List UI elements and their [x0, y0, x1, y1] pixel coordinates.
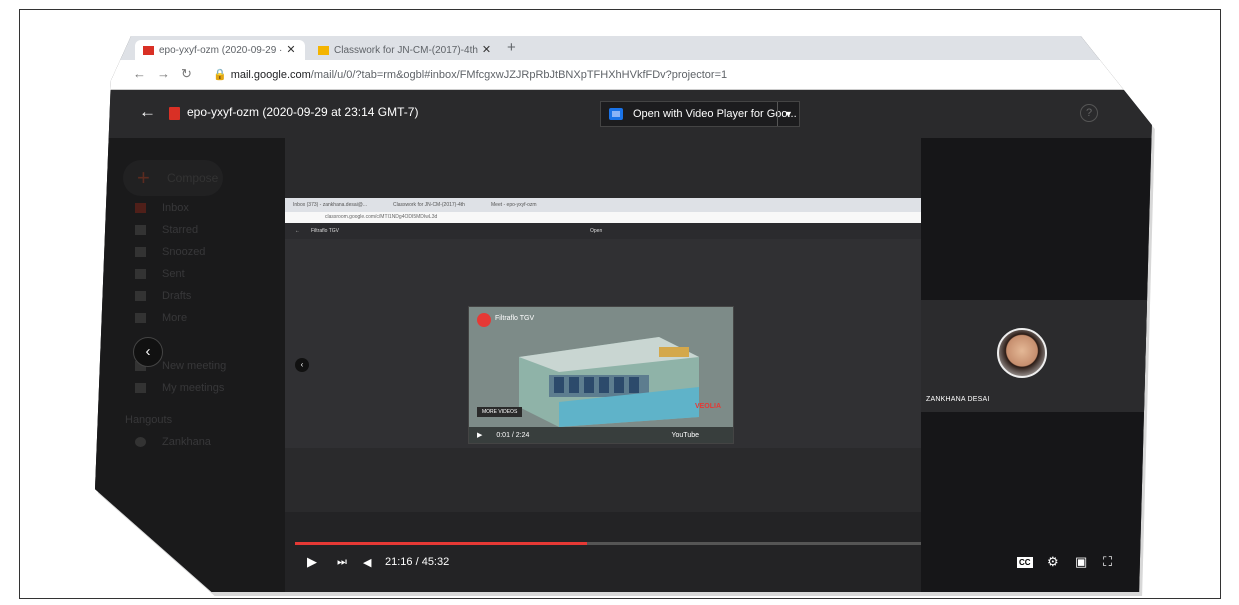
forward-arrow-icon[interactable]: →	[157, 66, 170, 81]
back-arrow-icon[interactable]: ←	[133, 66, 146, 81]
brand-logo: VEOLIA	[694, 403, 721, 410]
next-button[interactable]: ⏭	[337, 556, 347, 569]
classroom-icon	[318, 45, 329, 55]
tab-classroom[interactable]: Classwork for JN-CM-(2017)-4th ✕	[310, 40, 500, 60]
previous-icon: ‹	[295, 358, 309, 372]
inner-tab: Inbox (373) - zankhana.desai@...	[293, 202, 368, 208]
fullscreen-icon[interactable]: ⛶	[1103, 554, 1112, 570]
url-field[interactable]: 🔒 mail.google.com/mail/u/0/?tab=rm&ogbl#i…	[213, 68, 727, 81]
avatar	[997, 328, 1047, 378]
screenshot-frame: epo-yxyf-ozm (2020-09-29 · ✕ Classwork fo…	[19, 9, 1221, 599]
chevron-down-icon[interactable]: ▼	[777, 102, 799, 126]
more-videos-button: MORE VIDEOS	[477, 407, 523, 417]
file-title: epo-yxyf-ozm (2020-09-29 at 23:14 GMT-7)	[187, 105, 419, 119]
close-icon[interactable]: ✕	[286, 44, 295, 56]
inner-header-title: Filtraflo TGV	[311, 228, 339, 234]
settings-gear-icon[interactable]: ⚙	[1047, 554, 1059, 570]
inner-open-label: Open	[590, 228, 603, 234]
progress-bar[interactable]	[295, 542, 921, 545]
browser-screenshot: epo-yxyf-ozm (2020-09-29 · ✕ Classwork fo…	[95, 36, 1152, 592]
play-icon: ▶	[477, 432, 483, 439]
embedded-video: Filtraflo TGV MORE VIDEOS VEOLIA ▶ 0:01 …	[468, 306, 734, 444]
inner-url: classroom.google.com/c/MTI1NDg4ODI5MDIwL…	[285, 212, 921, 223]
inner-tab: Meet - epo-yxyf-ozm	[491, 202, 537, 208]
youtube-label: YouTube	[671, 432, 699, 439]
tab-gmail[interactable]: epo-yxyf-ozm (2020-09-29 · ✕	[135, 40, 305, 60]
player-controls: ▶ ⏭ ◀ 21:16 / 45:32	[285, 512, 921, 592]
channel-logo	[477, 313, 491, 327]
participant-name: ZANKHANA DESAI	[926, 396, 990, 403]
open-with-label: Open with Video Player for Goo...	[633, 108, 797, 120]
volume-icon[interactable]: ◀	[363, 556, 371, 569]
address-bar: ← → ↻ 🔒 mail.google.com/mail/u/0/?tab=rm&…	[95, 60, 1152, 90]
back-button[interactable]: ←	[139, 102, 156, 122]
url-path: /mail/u/0/?tab=rm&ogbl#inbox/FMfcgxwJZJR…	[310, 69, 728, 81]
miniplayer-icon[interactable]: ▣	[1075, 554, 1087, 570]
inner-tab: Classwork for JN-CM-(2017)-4th	[393, 202, 465, 208]
inner-tab-bar: Inbox (373) - zankhana.desai@... Classwo…	[285, 198, 921, 212]
new-tab-button[interactable]: +	[507, 39, 516, 56]
tab-bar: epo-yxyf-ozm (2020-09-29 · ✕ Classwork fo…	[95, 36, 1152, 60]
time-display: 21:16 / 45:32	[385, 556, 450, 568]
help-icon[interactable]: ?	[1080, 104, 1098, 122]
play-button[interactable]: ▶	[307, 554, 317, 570]
building-illustration	[519, 337, 699, 427]
tab-label: Classwork for JN-CM-(2017)-4th	[334, 45, 478, 56]
inner-header: ← Filtraflo TGV Open	[285, 223, 921, 239]
progress-fill	[295, 542, 588, 545]
participant-tile: ZANKHANA DESAI	[921, 300, 1152, 412]
url-host: mail.google.com	[230, 69, 311, 81]
lock-icon: 🔒	[213, 69, 227, 81]
video-title: Filtraflo TGV	[495, 315, 535, 322]
video-control-bar: ▶ 0:01 / 2:24 YouTube	[469, 427, 733, 443]
viewer-header: ← epo-yxyf-ozm (2020-09-29 at 23:14 GMT-…	[95, 90, 1152, 138]
gmail-icon	[143, 45, 154, 55]
reload-icon[interactable]: ↻	[181, 66, 192, 82]
video-file-icon	[169, 107, 180, 120]
video-player-icon	[609, 108, 623, 120]
previous-file-button[interactable]: ‹	[133, 337, 163, 367]
video-time: 0:01 / 2:24	[496, 432, 530, 439]
captions-button[interactable]: CC	[1017, 557, 1033, 568]
overlay-dim	[95, 138, 285, 592]
open-with-button[interactable]: Open with Video Player for Goo... ▼	[600, 101, 800, 127]
back-arrow-icon: ←	[295, 228, 300, 234]
close-icon[interactable]: ✕	[482, 44, 491, 56]
tab-label: epo-yxyf-ozm (2020-09-29 ·	[159, 45, 283, 56]
